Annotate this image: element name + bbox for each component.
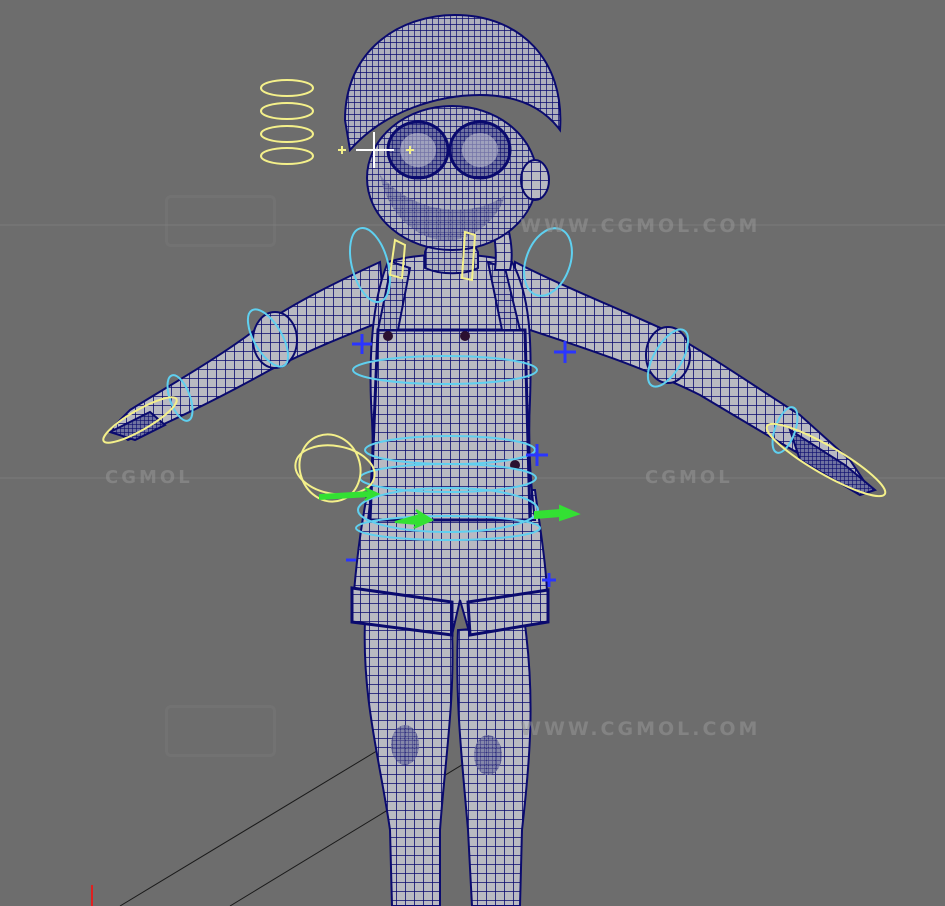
legs-mesh[interactable] — [363, 618, 532, 906]
head-mesh[interactable] — [343, 13, 562, 271]
watermark-ghost-logo-top — [165, 195, 276, 247]
character-wireframe-scene[interactable] — [0, 0, 945, 906]
torso-mesh[interactable] — [366, 236, 537, 522]
watermark-ghost-logo-bottom — [165, 705, 276, 757]
maya-viewport[interactable]: WWW.CGMOL.COM WWW.CGMOL.COM CGMOL CGMOL — [0, 0, 945, 906]
